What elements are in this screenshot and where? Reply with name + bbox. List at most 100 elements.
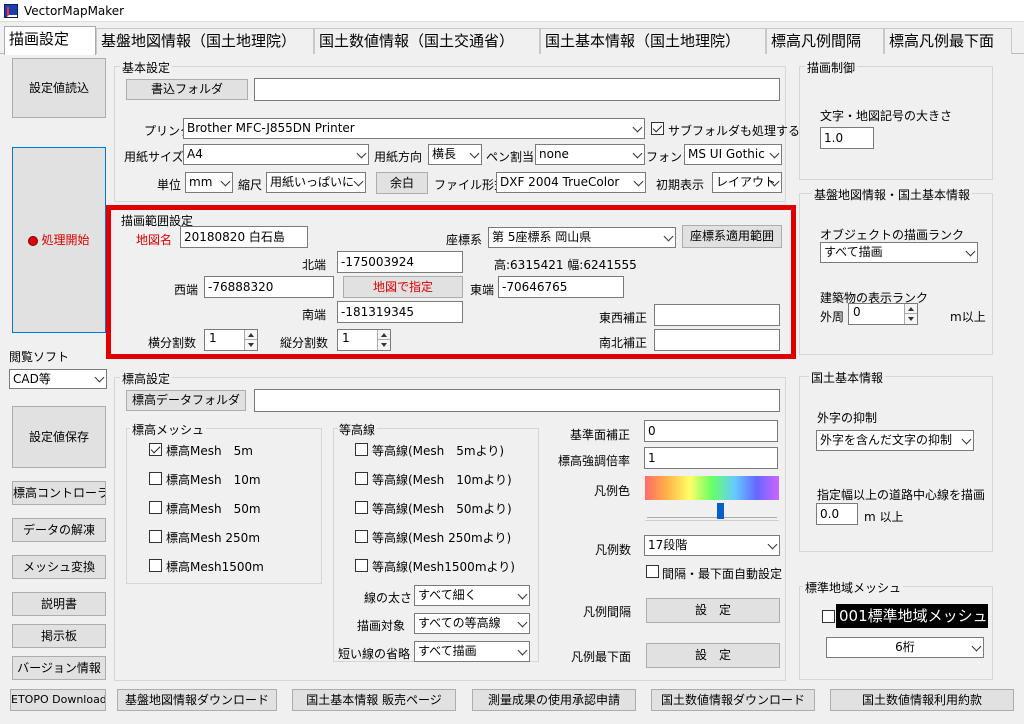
- emphasis-field[interactable]: 1: [644, 447, 778, 469]
- east-field[interactable]: -70646765: [498, 276, 624, 298]
- hdiv-spinner[interactable]: 1: [204, 329, 258, 351]
- printer-value: Brother MFC-J855DN Printer: [187, 121, 355, 135]
- contour-5m-checkbox[interactable]: [355, 443, 368, 456]
- manual-button[interactable]: 説明書: [12, 592, 106, 616]
- load-settings-button[interactable]: 設定値読込: [12, 58, 106, 118]
- mesh-5m-checkbox[interactable]: [149, 443, 162, 456]
- orientation-select[interactable]: 横長: [428, 144, 482, 165]
- write-folder-button[interactable]: 書込フォルダ: [126, 79, 248, 100]
- kokudo-suuchi-download-button[interactable]: 国土数値情報ダウンロード: [651, 689, 815, 711]
- spin-down-icon[interactable]: [904, 314, 917, 324]
- spin-up-icon[interactable]: [244, 330, 257, 340]
- draw-target-select[interactable]: すべての等高線: [414, 613, 530, 634]
- mesh-10m-checkbox[interactable]: [149, 472, 162, 485]
- title-bar: VectorMapMaker: [0, 0, 1024, 22]
- scale-select[interactable]: 用紙いっぱいに: [266, 172, 366, 193]
- contour-50m-checkbox[interactable]: [355, 501, 368, 514]
- north-label: 北端: [302, 258, 327, 272]
- pen-select[interactable]: none: [535, 144, 645, 165]
- etopo-download-button[interactable]: ETOPO Download: [10, 689, 106, 711]
- contour-10m-checkbox[interactable]: [355, 472, 368, 485]
- std-mesh-title: 標準地域メッシュ: [803, 579, 904, 596]
- scale-value: 用紙いっぱいに: [270, 175, 355, 189]
- mesh-250m-checkbox[interactable]: [149, 530, 162, 543]
- std-mesh-checkbox[interactable]: [822, 610, 835, 623]
- kokudo-title: 国土基本情報: [809, 369, 886, 386]
- spin-down-icon[interactable]: [244, 340, 257, 350]
- symbol-size-field[interactable]: 1.0: [820, 127, 874, 149]
- vdiv-spinner[interactable]: 1: [337, 329, 391, 351]
- bbs-button[interactable]: 掲示板: [12, 624, 106, 648]
- specify-on-map-button[interactable]: 地図で指定: [343, 276, 463, 298]
- slider-thumb[interactable]: [717, 503, 724, 519]
- spin-up-icon[interactable]: [904, 304, 917, 314]
- omit-short-select[interactable]: すべて描画: [414, 641, 530, 662]
- chevron-down-icon: [633, 176, 644, 186]
- spin-up-icon[interactable]: [377, 330, 390, 340]
- legend-color-label: 凡例色: [594, 484, 631, 498]
- mesh-digits-select[interactable]: 6桁: [826, 637, 984, 658]
- north-field[interactable]: -175003924: [337, 251, 463, 273]
- line-width-select[interactable]: すべて細く: [414, 585, 530, 606]
- initial-view-select[interactable]: レイアウト: [712, 172, 782, 193]
- west-field[interactable]: -76888320: [204, 276, 334, 298]
- road-width-field[interactable]: 0.0: [816, 503, 858, 525]
- write-folder-field[interactable]: [254, 78, 780, 101]
- survey-approval-button[interactable]: 測量成果の使用承認申請: [472, 689, 636, 711]
- extract-data-button[interactable]: データの解凍: [12, 518, 106, 542]
- version-info-button[interactable]: バージョン情報: [12, 656, 106, 680]
- app-title: VectorMapMaker: [24, 4, 125, 18]
- unit-select[interactable]: mm: [185, 172, 233, 193]
- legend-count-select[interactable]: 17段階: [644, 535, 780, 556]
- contour-250m-checkbox[interactable]: [355, 530, 368, 543]
- start-button[interactable]: 処理開始: [12, 147, 106, 333]
- legend-color-slider[interactable]: [645, 503, 779, 521]
- kokudo-suuchi-terms-button[interactable]: 国土数値情報利用約款: [830, 689, 1014, 711]
- contour-1500m-checkbox[interactable]: [355, 559, 368, 572]
- subfolder-checkbox[interactable]: [651, 122, 664, 135]
- viewer-select[interactable]: CAD等: [9, 369, 107, 389]
- font-select[interactable]: MS UI Gothic: [684, 144, 782, 165]
- tab-kokudo-kihon[interactable]: 国土基本情報（国土地理院）: [540, 28, 766, 54]
- mesh-50m-checkbox[interactable]: [149, 501, 162, 514]
- std-mesh-group: [799, 586, 993, 680]
- base-correction-field[interactable]: 0: [644, 420, 778, 442]
- mesh-1500m-checkbox[interactable]: [149, 559, 162, 572]
- tab-kokudo-suuchi[interactable]: 国土数値情報（国土交通省）: [314, 28, 540, 54]
- draw-control-title: 描画制御: [805, 59, 858, 76]
- tab-legend-interval[interactable]: 標高凡例間隔: [766, 28, 884, 54]
- elevation-folder-field[interactable]: [254, 389, 780, 412]
- mesh-convert-button[interactable]: メッシュ変換: [12, 555, 106, 579]
- file-format-select[interactable]: DXF 2004 TrueColor: [496, 172, 646, 193]
- ns-correction-label: 南北補正: [599, 336, 648, 350]
- ns-correction-field[interactable]: [654, 329, 780, 351]
- gaiji-select[interactable]: 外字を含んだ文字の抑制: [816, 430, 974, 451]
- kokudo-kihon-shop-button[interactable]: 国土基本情報 販売ページ: [292, 689, 456, 711]
- save-settings-button[interactable]: 設定値保存: [12, 406, 106, 468]
- kiban-download-button[interactable]: 基盤地図情報ダウンロード: [117, 689, 277, 711]
- legend-color-gradient[interactable]: [645, 476, 779, 500]
- ew-correction-field[interactable]: [654, 304, 780, 326]
- outer-spinner[interactable]: 0: [848, 303, 918, 325]
- paper-size-select[interactable]: A4: [183, 144, 369, 165]
- tab-legend-bottom[interactable]: 標高凡例最下面: [884, 28, 1012, 54]
- viewer-value: CAD等: [13, 372, 51, 386]
- printer-select[interactable]: Brother MFC-J855DN Printer: [183, 118, 645, 139]
- tab-kiban[interactable]: 基盤地図情報（国土地理院）: [96, 28, 314, 54]
- elevation-folder-button[interactable]: 標高データフォルダ: [126, 390, 246, 411]
- object-rank-select[interactable]: すべて描画: [820, 242, 978, 263]
- south-field[interactable]: -181319345: [337, 301, 463, 323]
- coord-range-button[interactable]: 座標系適用範囲: [682, 225, 782, 248]
- legend-interval-button[interactable]: 設 定: [646, 598, 780, 623]
- tab-bar: 描画設定 基盤地図情報（国土地理院） 国土数値情報（国土交通省） 国土基本情報（…: [0, 26, 1024, 55]
- legend-bottom-button[interactable]: 設 定: [646, 643, 780, 668]
- elevation-controller-button[interactable]: 標高コントローラ: [12, 481, 106, 505]
- ew-correction-label: 東西補正: [599, 311, 648, 325]
- spin-down-icon[interactable]: [377, 340, 390, 350]
- mesh-5m-label: 標高Mesh 5m: [166, 444, 253, 458]
- tab-drawing-settings[interactable]: 描画設定: [4, 26, 96, 55]
- auto-setting-checkbox[interactable]: [646, 565, 659, 578]
- map-name-field[interactable]: 20180820 白石島: [180, 226, 308, 248]
- margin-button[interactable]: 余白: [376, 172, 428, 194]
- coord-system-select[interactable]: 第 5座標系 岡山県: [488, 227, 676, 248]
